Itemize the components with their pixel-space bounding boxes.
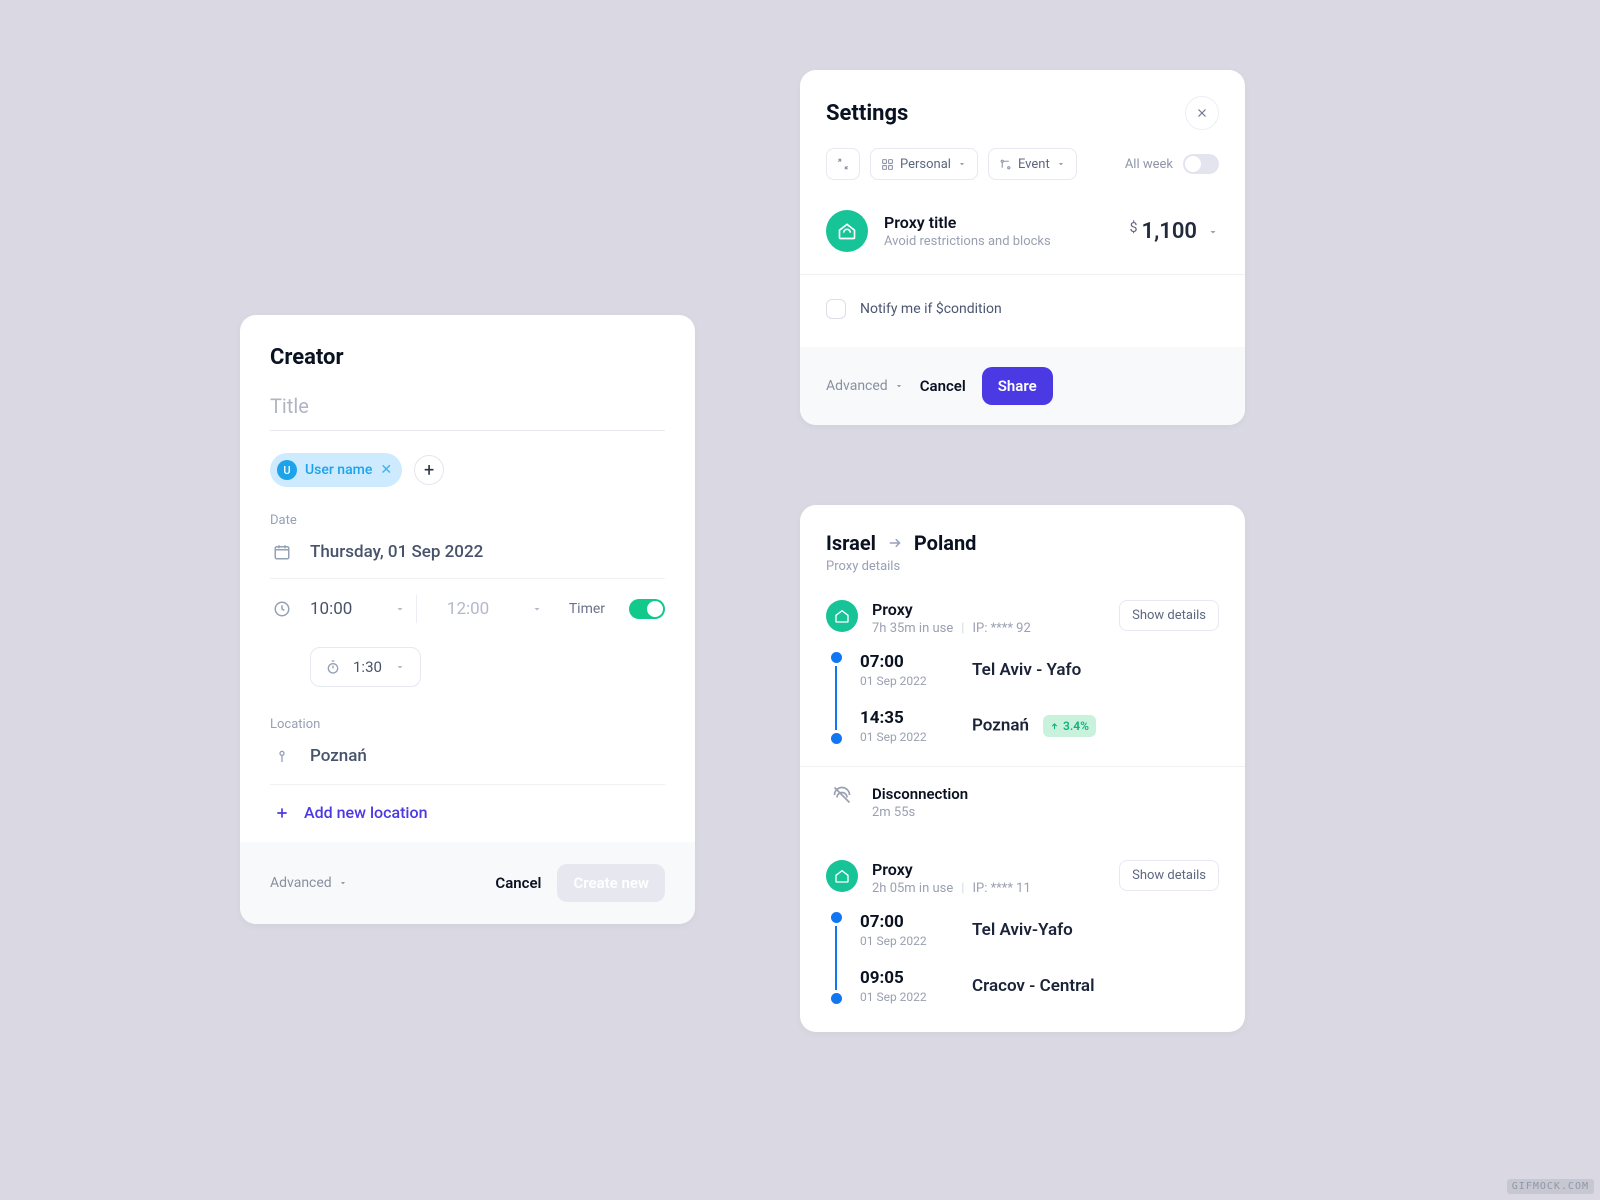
- proxy-icon: [826, 210, 868, 252]
- details-card: Israel Poland Proxy details Proxy 7h 35m…: [800, 505, 1245, 1032]
- notify-checkbox[interactable]: [826, 299, 846, 319]
- location-label: Location: [270, 717, 665, 732]
- segment-ip: IP: **** 92: [972, 621, 1030, 636]
- b-date: 01 Sep 2022: [860, 730, 948, 744]
- add-location-button[interactable]: Add new location: [270, 803, 665, 822]
- b-time: 14:35: [860, 708, 948, 728]
- price-amount: 1,100: [1142, 219, 1197, 244]
- timer-label: Timer: [569, 601, 605, 617]
- all-week-toggle[interactable]: [1183, 154, 1219, 174]
- proxy-badge-icon: [826, 600, 858, 632]
- location-value: Poznań: [310, 746, 367, 766]
- duration-select[interactable]: 1:30: [310, 647, 421, 687]
- duration-value: 1:30: [353, 658, 382, 676]
- segment-title: Proxy: [872, 600, 1031, 619]
- a-place: Tel Aviv-Yafo: [972, 920, 1073, 940]
- a-date: 01 Sep 2022: [860, 674, 948, 688]
- a-date: 01 Sep 2022: [860, 934, 948, 948]
- all-week-label: All week: [1125, 157, 1173, 172]
- settings-card: Settings Personal Event All week Proxy t…: [800, 70, 1245, 425]
- show-details-button[interactable]: Show details: [1119, 860, 1219, 891]
- settings-heading: Settings: [826, 101, 908, 126]
- user-avatar: U: [277, 460, 297, 480]
- segment-duration: 2h 05m in use: [872, 881, 953, 896]
- details-subtitle: Proxy details: [826, 559, 1219, 574]
- user-chip[interactable]: U User name ✕: [270, 453, 402, 487]
- a-place: Tel Aviv - Yafo: [972, 660, 1081, 680]
- b-date: 01 Sep 2022: [860, 990, 948, 1004]
- share-button[interactable]: Share: [982, 367, 1053, 405]
- disconnection-title: Disconnection: [872, 785, 968, 803]
- settings-advanced-link[interactable]: Advanced: [826, 378, 904, 394]
- b-time: 09:05: [860, 968, 948, 988]
- date-value: Thursday, 01 Sep 2022: [310, 542, 483, 562]
- notify-label: Notify me if $condition: [860, 301, 1002, 317]
- user-chip-name: User name: [305, 462, 372, 478]
- personal-filter[interactable]: Personal: [870, 148, 978, 180]
- a-time: 07:00: [860, 652, 948, 672]
- proxy-badge-icon: [826, 860, 858, 892]
- title-input[interactable]: [270, 388, 665, 431]
- disconnection-row: Disconnection 2m 55s: [800, 766, 1245, 838]
- timer-toggle[interactable]: [629, 599, 665, 619]
- add-location-label: Add new location: [304, 803, 427, 822]
- b-place: Poznań: [972, 716, 1029, 736]
- creator-card: Creator U User name ✕ + Date Thursday, 0…: [240, 315, 695, 924]
- segment-ip: IP: **** 11: [972, 881, 1030, 896]
- b-place: Cracov - Central: [972, 976, 1094, 996]
- route-heading: Israel Poland: [826, 531, 1219, 555]
- watermark: GIFMOCK.COM: [1507, 1179, 1594, 1194]
- date-label: Date: [270, 513, 665, 528]
- route-to: Poland: [914, 531, 977, 555]
- close-button[interactable]: [1185, 96, 1219, 130]
- settings-cancel-button[interactable]: Cancel: [904, 367, 982, 405]
- advanced-link[interactable]: Advanced: [270, 875, 348, 891]
- price-select[interactable]: $ 1,100: [1130, 219, 1219, 244]
- segment-title: Proxy: [872, 860, 1031, 879]
- add-user-button[interactable]: +: [414, 455, 444, 485]
- disconnection-time: 2m 55s: [872, 805, 915, 820]
- creator-heading: Creator: [270, 345, 665, 370]
- clock-icon: [270, 600, 294, 618]
- event-filter[interactable]: Event: [988, 148, 1077, 180]
- time-to-select[interactable]: 12:00: [433, 595, 553, 623]
- disconnection-icon: [826, 785, 858, 805]
- proxy-title: Proxy title: [884, 213, 1051, 232]
- proxy-segment: Proxy 7h 35m in use | IP: **** 92 Show d…: [800, 578, 1245, 766]
- pin-icon: [270, 748, 294, 764]
- a-time: 07:00: [860, 912, 948, 932]
- proxy-subtitle: Avoid restrictions and blocks: [884, 234, 1051, 249]
- remove-user-icon[interactable]: ✕: [380, 462, 392, 478]
- segment-duration: 7h 35m in use: [872, 621, 953, 636]
- create-button[interactable]: Create new: [557, 864, 665, 902]
- time-from-value: 10:00: [310, 599, 352, 619]
- route-from: Israel: [826, 531, 876, 555]
- expand-icon-button[interactable]: [826, 148, 860, 180]
- date-row[interactable]: Thursday, 01 Sep 2022: [270, 542, 665, 579]
- proxy-segment: Proxy 2h 05m in use | IP: **** 11 Show d…: [800, 838, 1245, 1032]
- pct-badge: 3.4%: [1043, 715, 1096, 737]
- show-details-button[interactable]: Show details: [1119, 600, 1219, 631]
- time-from-select[interactable]: 10:00: [310, 595, 417, 623]
- calendar-icon: [270, 543, 294, 561]
- time-to-value: 12:00: [447, 599, 489, 619]
- cancel-button[interactable]: Cancel: [479, 864, 557, 902]
- location-row[interactable]: Poznań: [270, 746, 665, 785]
- price-currency: $: [1130, 220, 1138, 236]
